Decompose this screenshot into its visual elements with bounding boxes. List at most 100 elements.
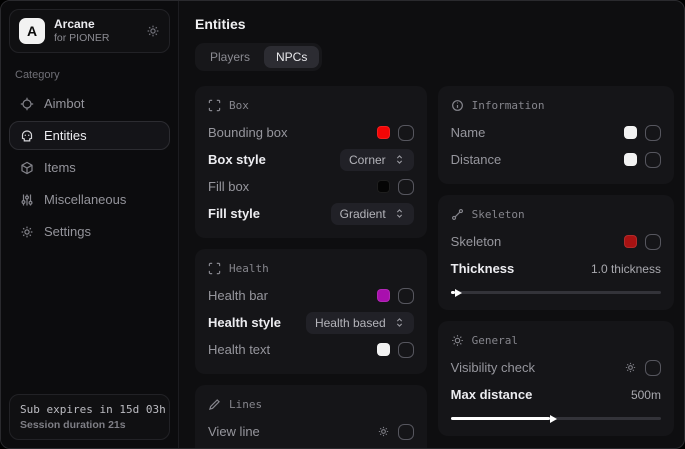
setting-label: Distance	[451, 152, 502, 167]
card-general: General Visibility check	[438, 321, 674, 436]
color-swatch[interactable]	[624, 153, 637, 166]
card-title: General	[472, 334, 518, 347]
aimbot-icon	[20, 97, 34, 111]
bone-icon	[451, 208, 464, 221]
setting-label: Visibility check	[451, 360, 535, 375]
checkbox[interactable]	[645, 152, 661, 168]
setting-label: Fill box	[208, 179, 249, 194]
items-icon	[20, 161, 34, 175]
color-swatch[interactable]	[377, 126, 390, 139]
scan-icon	[208, 99, 221, 112]
setting-label: Health bar	[208, 288, 268, 303]
app-name: Arcane	[54, 17, 109, 32]
dropdown-value: Health based	[315, 316, 386, 330]
setting-label: Max distance	[451, 387, 533, 402]
card-box: Box Bounding box Box style Corner	[195, 86, 427, 238]
setting-row: Health style Health based	[208, 309, 414, 336]
setting-row: Box style Corner	[208, 146, 414, 173]
scan-icon	[208, 262, 221, 275]
setting-row: Max distance 500m	[451, 381, 661, 408]
setting-row: Thickness 1.0 thickness	[451, 255, 661, 282]
color-swatch[interactable]	[377, 289, 390, 302]
color-swatch[interactable]	[377, 180, 390, 193]
card-skeleton: Skeleton Skeleton Thickness 1.0 thicknes…	[438, 195, 674, 310]
color-swatch[interactable]	[377, 343, 390, 356]
health-style-dropdown[interactable]: Health based	[306, 312, 414, 334]
brand-header: A Arcane for PIONER	[9, 9, 170, 53]
setting-row: Health text	[208, 336, 414, 363]
sidebar-item-label: Items	[44, 160, 76, 175]
sidebar-item-miscellaneous[interactable]: Miscellaneous	[9, 185, 170, 214]
app-logo: A	[19, 18, 45, 44]
tab-npcs[interactable]: NPCs	[264, 46, 319, 68]
card-health: Health Health bar Health style Health ba…	[195, 249, 427, 374]
app-subtitle: for PIONER	[54, 32, 109, 45]
entity-tabs: Players NPCs	[195, 43, 322, 71]
category-label: Category	[15, 69, 164, 81]
max-distance-value: 500m	[631, 388, 661, 402]
setting-label: Name	[451, 125, 486, 140]
unfold-icon	[394, 154, 405, 165]
card-title: Skeleton	[472, 208, 525, 221]
setting-label: Fill style	[208, 206, 260, 221]
pencil-icon	[208, 398, 221, 411]
setting-row: Line to enemy	[208, 445, 414, 448]
max-distance-slider[interactable]	[451, 417, 661, 420]
checkbox[interactable]	[645, 234, 661, 250]
gear-icon[interactable]	[146, 24, 160, 38]
setting-label: Skeleton	[451, 234, 502, 249]
checkbox[interactable]	[398, 125, 414, 141]
setting-row: Name	[451, 119, 661, 146]
info-icon	[451, 99, 464, 112]
checkbox[interactable]	[398, 342, 414, 358]
left-column: Box Bounding box Box style Corner	[195, 86, 427, 448]
app-window: A Arcane for PIONER Category Aimbot	[0, 0, 685, 449]
setting-row: Distance	[451, 146, 661, 173]
sidebar-item-items[interactable]: Items	[9, 153, 170, 182]
color-swatch[interactable]	[624, 126, 637, 139]
card-lines: Lines View line	[195, 385, 427, 448]
setting-row: Bounding box	[208, 119, 414, 146]
checkbox[interactable]	[645, 360, 661, 376]
right-column: Information Name Distance	[438, 86, 674, 436]
card-information: Information Name Distance	[438, 86, 674, 184]
color-swatch[interactable]	[624, 235, 637, 248]
page-title: Entities	[195, 16, 674, 32]
sidebar-item-aimbot[interactable]: Aimbot	[9, 89, 170, 118]
sidebar-item-label: Settings	[44, 224, 91, 239]
brand-text: Arcane for PIONER	[54, 17, 109, 45]
checkbox[interactable]	[645, 125, 661, 141]
sidebar-item-entities[interactable]: Entities	[9, 121, 170, 150]
setting-label: Bounding box	[208, 125, 288, 140]
checkbox[interactable]	[398, 179, 414, 195]
checkbox[interactable]	[398, 424, 414, 440]
setting-label: View line	[208, 424, 260, 439]
tab-players[interactable]: Players	[198, 46, 262, 68]
dropdown-value: Gradient	[340, 207, 386, 221]
slider-thumb[interactable]	[455, 289, 462, 297]
sidebar-item-settings[interactable]: Settings	[9, 217, 170, 246]
setting-label: Thickness	[451, 261, 515, 276]
checkbox[interactable]	[398, 288, 414, 304]
setting-row: Skeleton	[451, 228, 661, 255]
session-duration-text: Session duration 21s	[20, 419, 159, 431]
slider-thumb[interactable]	[550, 415, 557, 423]
setting-label: Health style	[208, 315, 281, 330]
dropdown-value: Corner	[349, 153, 386, 167]
sidebar: A Arcane for PIONER Category Aimbot	[1, 1, 179, 448]
setting-row: Health bar	[208, 282, 414, 309]
gear-icon[interactable]	[377, 425, 390, 438]
setting-row: Fill box	[208, 173, 414, 200]
sidebar-item-label: Entities	[44, 128, 87, 143]
card-title: Lines	[229, 398, 262, 411]
sidebar-item-label: Aimbot	[44, 96, 84, 111]
setting-label: Box style	[208, 152, 266, 167]
box-style-dropdown[interactable]: Corner	[340, 149, 414, 171]
cards-grid: Box Bounding box Box style Corner	[195, 86, 674, 448]
gear-icon[interactable]	[624, 361, 637, 374]
thickness-slider[interactable]	[451, 291, 661, 294]
fill-style-dropdown[interactable]: Gradient	[331, 203, 414, 225]
sun-icon	[451, 334, 464, 347]
setting-label: Health text	[208, 342, 270, 357]
settings-icon	[20, 225, 34, 239]
